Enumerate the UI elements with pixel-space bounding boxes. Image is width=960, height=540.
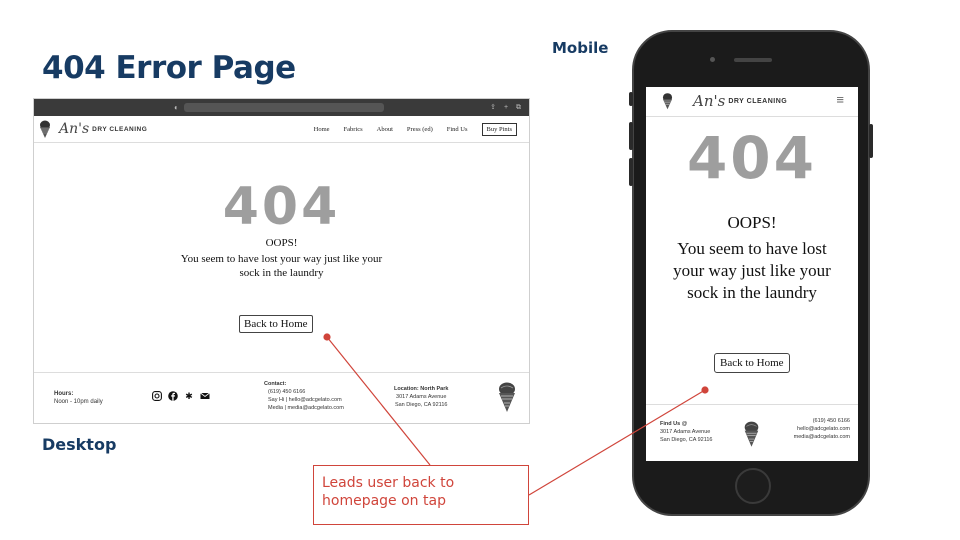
facebook-icon[interactable] [168,391,178,401]
find-us-title: Find Us @ [660,421,688,427]
yelp-icon[interactable]: ✱ [184,391,194,401]
contact-hello[interactable]: Say Hi | hello@adcgelato.com [264,396,344,404]
location-block: Location: North Park 3017 Adams Avenue S… [394,385,448,409]
find-us-city: San Diego, CA 92116 [660,437,713,443]
phone-speaker [734,58,772,62]
mobile-footer: Find Us @ 3017 Adams Avenue San Diego, C… [646,404,858,461]
nav-about[interactable]: About [377,126,393,133]
phone-mockup: An's DRY CLEANING ≡ 404 OOPS! You seem t… [629,30,873,516]
logo-brand: DRY CLEANING [92,125,148,133]
phone-mute-switch [629,92,633,106]
nav-fabrics[interactable]: Fabrics [344,126,363,133]
ice-cream-cone-icon [40,120,50,138]
desktop-footer: Hours: Noon - 10pm daily ✱ Contact: (619… [34,372,529,423]
contact-media[interactable]: media@adcgelato.com [794,433,850,441]
phone-volume-down [629,158,633,186]
error-message: You seem to have lost your way just like… [673,239,831,302]
desktop-navbar: An's DRY CLEANING Home Fabrics About Pre… [34,116,529,143]
mobile-navbar: An's DRY CLEANING ≡ [646,87,858,117]
hours-title: Hours: [54,391,74,397]
logo-script: An's [59,121,90,137]
error-heading: OOPS! [727,213,777,232]
buy-pints-button[interactable]: Buy Pints [481,123,517,136]
location-title: Location: North Park [394,386,449,392]
email-icon[interactable] [200,391,210,401]
browser-controls[interactable]: ⇪ + ⧉ [490,102,524,113]
logo-script: An's [693,92,726,110]
contact-block: Contact: (619) 450 6166 Say Hi | hello@a… [264,380,344,412]
contact-media[interactable]: Media | media@adcgelato.com [264,404,344,412]
contact-title: Contact: [264,381,287,387]
address-bar[interactable] [184,103,384,112]
footer-cone-icon [743,420,760,453]
social-links: ✱ [152,391,216,401]
nav-home[interactable]: Home [314,126,330,133]
ice-cream-cone-icon [662,93,673,110]
phone-home-button [735,468,771,504]
error-code: 404 [686,124,818,192]
back-to-home-button[interactable]: Back to Home [239,315,313,333]
contact-phone[interactable]: (619) 450 6166 [264,388,344,396]
slide-title: 404 Error Page [42,50,296,86]
annotation-callout: Leads user back to homepage on tap [313,465,529,525]
hours-value: Noon - 10pm daily [54,399,103,405]
hamburger-menu-icon[interactable]: ≡ [836,93,844,106]
mobile-logo[interactable]: An's DRY CLEANING [662,92,787,110]
mobile-label: Mobile [552,39,609,57]
find-us-street: 3017 Adams Avenue [660,429,711,435]
desktop-label: Desktop [42,435,117,454]
hours-block: Hours: Noon - 10pm daily [54,390,103,406]
nav-press[interactable]: Press (ed) [407,126,433,133]
logo-brand: DRY CLEANING [728,97,788,105]
location-street: 3017 Adams Avenue [396,394,447,400]
browser-chrome: ◐ ⇪ + ⧉ [34,99,529,116]
location-city: San Diego, CA 92116 [394,402,448,408]
find-us-block: Find Us @ 3017 Adams Avenue San Diego, C… [660,420,713,444]
footer-cone-icon [497,382,517,417]
mobile-contact-block: (619) 450 6166 hello@adcgelato.com media… [794,417,850,441]
nav-find-us[interactable]: Find Us [447,126,468,133]
phone-camera [710,57,715,62]
mobile-screen: An's DRY CLEANING ≡ 404 OOPS! You seem t… [646,87,858,461]
desktop-mockup: ◐ ⇪ + ⧉ An's DRY CLEANING Home Fabrics A… [33,98,530,424]
error-code: 404 [222,177,341,237]
lock-icon: ◐ [174,103,179,112]
contact-phone[interactable]: (619) 450 6166 [794,417,850,425]
logo[interactable]: An's DRY CLEANING [39,120,147,138]
desktop-menu: Home Fabrics About Press (ed) Find Us Bu… [300,123,517,136]
error-heading: OOPS! [265,237,298,249]
instagram-icon[interactable] [152,391,162,401]
error-message: You seem to have lost your way just like… [180,253,383,279]
contact-hello[interactable]: hello@adcgelato.com [794,425,850,433]
back-to-home-button[interactable]: Back to Home [714,353,790,373]
phone-power-button [869,124,873,158]
phone-volume-up [629,122,633,150]
